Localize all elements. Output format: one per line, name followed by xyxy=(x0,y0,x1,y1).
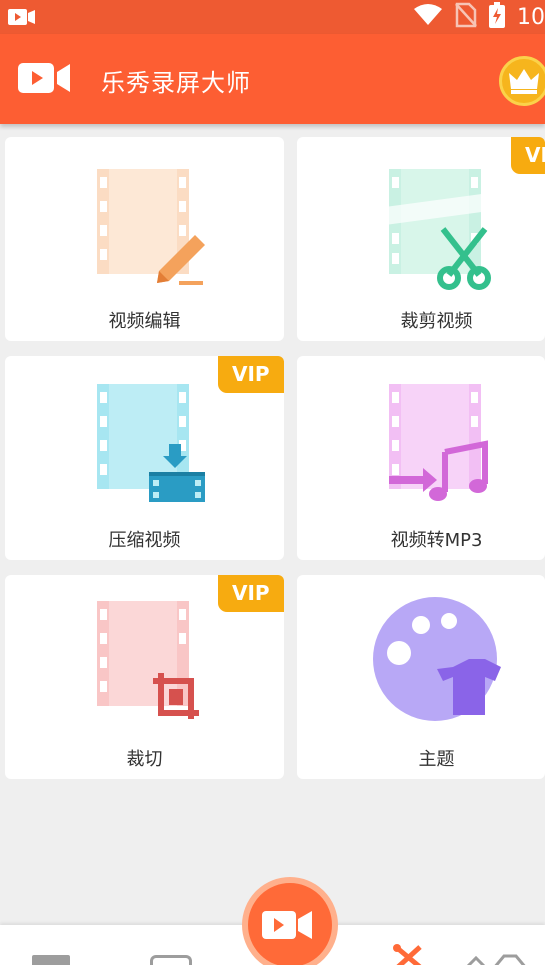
vip-crown-button[interactable] xyxy=(499,56,545,106)
tool-label: 主题 xyxy=(418,749,455,770)
record-button[interactable] xyxy=(242,877,338,965)
video-edit-icon xyxy=(97,169,205,285)
tool-label: 视频编辑 xyxy=(108,311,181,332)
tool-label: 视频转MP3 xyxy=(390,530,483,551)
tool-label: 裁剪视频 xyxy=(400,311,473,332)
tool-card-video-trim[interactable]: VIP 裁剪视频 xyxy=(297,137,545,341)
tool-label: 裁切 xyxy=(126,749,163,770)
app-title: 乐秀录屏大师 xyxy=(101,69,251,97)
tool-card-video-to-mp3[interactable]: 视频转MP3 xyxy=(297,356,545,560)
battery-charging-icon xyxy=(489,2,505,32)
tools-icon[interactable] xyxy=(392,943,426,965)
video-camera-icon xyxy=(18,60,72,100)
screen-record-notification-icon xyxy=(8,7,36,31)
tool-card-video-edit[interactable]: 视频编辑 xyxy=(5,137,284,341)
status-bar: 10 xyxy=(0,0,545,34)
video-to-mp3-icon xyxy=(389,384,488,501)
video-trim-icon xyxy=(385,169,491,290)
tool-card-theme[interactable]: 主题 xyxy=(297,575,545,779)
vip-badge: VIP xyxy=(218,356,284,393)
crown-icon xyxy=(509,69,539,94)
tool-card-crop[interactable]: VIP 裁切 xyxy=(5,575,284,779)
video-list-icon[interactable] xyxy=(32,955,70,965)
wifi-icon xyxy=(413,3,443,31)
screenshot-icon[interactable] xyxy=(150,955,192,965)
crop-icon xyxy=(97,601,199,719)
app-bar: 乐秀录屏大师 xyxy=(0,34,545,124)
settings-icon[interactable] xyxy=(464,953,534,965)
tool-label: 压缩视频 xyxy=(108,530,181,551)
video-compress-icon xyxy=(97,384,205,502)
theme-palette-icon xyxy=(373,597,501,721)
clock-time: 10 xyxy=(517,4,545,30)
video-camera-icon xyxy=(262,911,312,939)
no-sim-icon xyxy=(455,2,477,32)
vip-badge: VIP xyxy=(218,575,284,612)
vip-badge: VIP xyxy=(511,137,545,174)
tool-card-video-compress[interactable]: VIP 压缩视频 xyxy=(5,356,284,560)
